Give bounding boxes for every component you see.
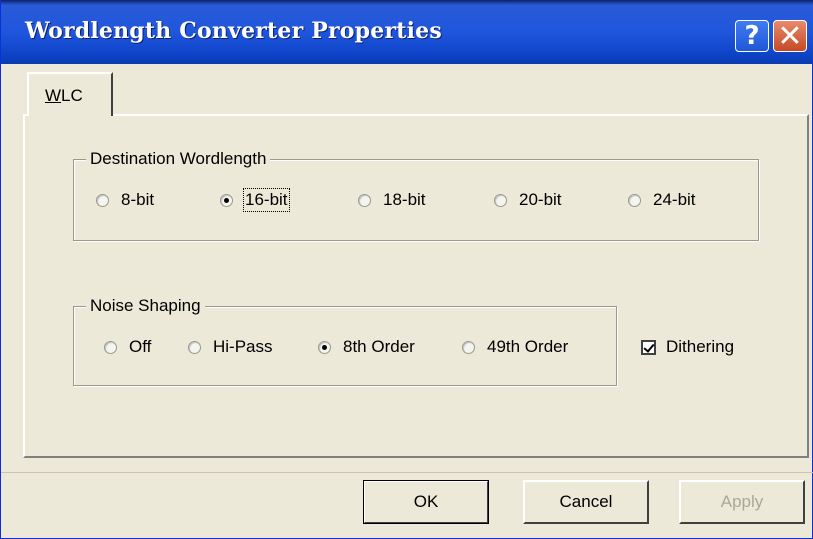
destination-wordlength-group: Destination Wordlength 8-bit 16-bit 18-b… bbox=[73, 149, 759, 241]
noise-shaping-group: Noise Shaping Off Hi-Pass 8th Order 49th… bbox=[73, 296, 617, 386]
radio-8-bit[interactable]: 8-bit bbox=[96, 190, 154, 210]
radio-button-icon bbox=[104, 340, 117, 354]
radio-label: Hi-Pass bbox=[213, 337, 273, 356]
radio-label: Off bbox=[129, 337, 152, 356]
radio-button-icon bbox=[494, 193, 507, 207]
radio-20-bit[interactable]: 20-bit bbox=[494, 190, 562, 210]
dithering-checkbox[interactable]: Dithering bbox=[641, 337, 734, 357]
radio-24-bit[interactable]: 24-bit bbox=[628, 190, 696, 210]
radio-button-icon bbox=[462, 340, 475, 354]
divider bbox=[1, 472, 813, 473]
radio-button-icon bbox=[358, 193, 371, 207]
radio-button-icon bbox=[96, 193, 109, 207]
checkbox-label: Dithering bbox=[666, 337, 735, 356]
radio-label: 24-bit bbox=[653, 190, 696, 209]
radio-button-icon bbox=[318, 340, 331, 354]
radio-8th-order[interactable]: 8th Order bbox=[318, 337, 415, 357]
radio-label: 20-bit bbox=[519, 190, 562, 209]
radio-label: 8-bit bbox=[121, 190, 155, 209]
radio-label: 49th Order bbox=[487, 337, 569, 356]
radio-label: 18-bit bbox=[383, 190, 426, 209]
tab-wlc[interactable]: WLC bbox=[27, 72, 113, 116]
help-icon[interactable]: ? bbox=[735, 20, 769, 52]
apply-button[interactable]: Apply bbox=[679, 480, 805, 524]
tab-panel: Destination Wordlength 8-bit 16-bit 18-b… bbox=[23, 114, 809, 458]
cancel-button[interactable]: Cancel bbox=[523, 480, 649, 524]
radio-49th-order[interactable]: 49th Order bbox=[462, 337, 568, 357]
checkbox-icon bbox=[641, 339, 656, 355]
radio-button-icon bbox=[188, 340, 201, 354]
radio-label: 16-bit bbox=[243, 188, 290, 212]
radio-button-icon bbox=[220, 193, 233, 207]
radio-16-bit[interactable]: 16-bit bbox=[220, 188, 290, 212]
radio-hi-pass[interactable]: Hi-Pass bbox=[188, 337, 273, 357]
title-bar[interactable]: Wordlength Converter Properties ? ✕ bbox=[1, 0, 813, 64]
group-title: Destination Wordlength bbox=[86, 149, 271, 169]
group-title: Noise Shaping bbox=[86, 296, 205, 316]
ok-button[interactable]: OK bbox=[363, 480, 489, 524]
properties-dialog: Wordlength Converter Properties ? ✕ WLC … bbox=[0, 0, 813, 539]
radio-button-icon bbox=[628, 193, 641, 207]
radio-18-bit[interactable]: 18-bit bbox=[358, 190, 426, 210]
window-title: Wordlength Converter Properties bbox=[25, 18, 442, 44]
close-icon[interactable]: ✕ bbox=[773, 19, 807, 54]
radio-label: 8th Order bbox=[343, 337, 415, 356]
radio-off[interactable]: Off bbox=[104, 337, 151, 357]
tab-label: WLC bbox=[45, 86, 83, 105]
